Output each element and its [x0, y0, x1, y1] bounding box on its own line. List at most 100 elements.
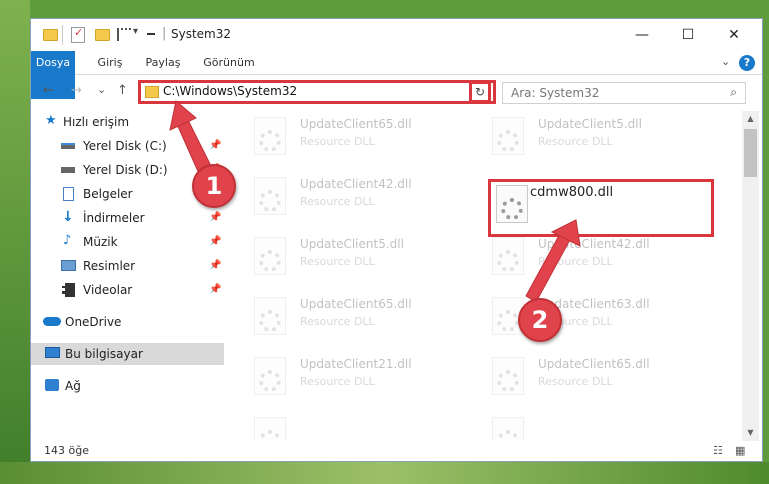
sidebar-item-label: Hızlı erişim — [63, 115, 130, 129]
file-name: UpdateClient5.dll — [300, 237, 404, 251]
gear-icon — [497, 430, 519, 441]
file-type: Resource DLL — [538, 255, 613, 268]
new-folder-icon[interactable] — [95, 29, 110, 41]
address-bar[interactable]: C:\Windows\System32 ⌄ — [138, 80, 496, 104]
file-type: Resource DLL — [300, 135, 375, 148]
desktop-background-bottom — [0, 462, 769, 484]
file-type: Resource DLL — [300, 255, 375, 268]
sidebar-item-local-disk-c[interactable]: Yerel Disk (C:) 📌 — [31, 135, 224, 157]
pin-icon: 📌 — [209, 284, 222, 295]
pictures-icon — [61, 260, 76, 271]
file-name: UpdateClient21.dll — [300, 357, 412, 371]
sidebar-item-label: Belgeler — [83, 187, 133, 201]
gear-icon — [497, 130, 519, 152]
drive-icon — [61, 167, 75, 173]
navigation-bar: ← → ⌄ ↑ C:\Windows\System32 ⌄ ↻ Ara: Sys… — [31, 77, 762, 107]
search-box[interactable]: Ara: System32 ⌕ — [502, 82, 746, 104]
file-item[interactable]: UpdateClient65.dll Resource DLL — [228, 111, 458, 159]
tab-share[interactable]: Paylaş — [141, 51, 185, 75]
dll-file-icon — [254, 177, 286, 215]
sidebar-item-videos[interactable]: Videolar 📌 — [31, 279, 224, 301]
documents-icon — [63, 187, 74, 201]
sidebar-item-music[interactable]: ♪ Müzik 📌 — [31, 231, 224, 253]
search-input[interactable]: Ara: System32 — [511, 86, 599, 100]
sidebar-item-downloads[interactable]: ↓ İndirmeler 📌 — [31, 207, 224, 229]
up-button[interactable]: ↑ — [117, 83, 128, 98]
dll-file-icon — [492, 357, 524, 395]
scroll-thumb[interactable] — [744, 129, 757, 177]
search-icon[interactable]: ⌕ — [730, 85, 737, 100]
dll-file-icon — [254, 117, 286, 155]
rename-icon[interactable] — [117, 28, 131, 41]
file-item[interactable] — [228, 411, 458, 441]
ribbon-tabs: Dosya Giriş Paylaş Görünüm ⌄ ? — [31, 51, 762, 99]
help-icon[interactable]: ? — [739, 55, 755, 71]
highlight-box — [488, 179, 714, 237]
address-path[interactable]: C:\Windows\System32 — [163, 84, 297, 98]
sidebar-item-pictures[interactable]: Resimler 📌 — [31, 255, 224, 277]
status-bar: 143 öğe ☷ ▦ — [31, 441, 762, 461]
file-item[interactable]: UpdateClient65.dll Resource DLL — [228, 291, 458, 339]
folder-icon — [43, 29, 58, 41]
dll-file-icon — [492, 417, 524, 441]
refresh-button[interactable]: ↻ — [469, 81, 491, 103]
file-name: UpdateClient42.dll — [300, 177, 412, 191]
gear-icon — [259, 370, 281, 392]
file-type: Resource DLL — [300, 195, 375, 208]
file-type: Resource DLL — [538, 375, 613, 388]
explorer-window: ✓ ▾ | System32 — ☐ ✕ Dosya Giriş Paylaş … — [30, 18, 763, 462]
sidebar-item-label: Yerel Disk (D:) — [83, 163, 168, 177]
sidebar-item-label: Müzik — [83, 235, 118, 249]
forward-button[interactable]: → — [71, 83, 82, 98]
dll-file-icon — [254, 357, 286, 395]
dll-file-icon — [254, 417, 286, 441]
gear-icon — [259, 310, 281, 332]
tab-home[interactable]: Giriş — [93, 51, 127, 75]
large-icons-view-button[interactable]: ▦ — [735, 444, 745, 457]
videos-icon — [62, 283, 75, 297]
minimize-button[interactable]: — — [619, 19, 665, 51]
title-bar: ✓ ▾ | System32 — ☐ ✕ — [31, 19, 762, 51]
toolbar-bar-icon — [147, 33, 155, 35]
music-icon: ♪ — [63, 233, 72, 248]
network-icon — [45, 379, 59, 391]
vertical-scrollbar[interactable]: ▲ ▼ — [742, 111, 759, 441]
star-icon: ★ — [45, 113, 57, 128]
close-button[interactable]: ✕ — [711, 19, 757, 51]
gear-icon — [497, 370, 519, 392]
gear-icon — [259, 250, 281, 272]
file-item[interactable]: UpdateClient5.dll Resource DLL — [466, 111, 696, 159]
navigation-pane: ★ Hızlı erişim Yerel Disk (C:) 📌 Yerel D… — [31, 111, 224, 441]
step-marker-1: 1 — [192, 164, 236, 208]
cloud-icon — [43, 317, 61, 326]
tab-view[interactable]: Görünüm — [199, 51, 259, 75]
file-item[interactable]: UpdateClient65.dll Resource DLL — [466, 351, 696, 399]
maximize-button[interactable]: ☐ — [665, 19, 711, 51]
sidebar-item-quick-access[interactable]: ★ Hızlı erişim — [31, 111, 224, 133]
sidebar-item-label: Videolar — [83, 283, 133, 297]
pin-icon: 📌 — [209, 260, 222, 271]
scroll-down-button[interactable]: ▼ — [742, 425, 759, 441]
pin-icon: 📌 — [209, 140, 222, 151]
ribbon-collapse-button[interactable]: ⌄ — [721, 55, 730, 68]
download-icon: ↓ — [62, 209, 74, 225]
sidebar-item-onedrive[interactable]: OneDrive — [31, 311, 224, 333]
back-button[interactable]: ← — [43, 83, 54, 98]
pin-icon: 📌 — [209, 236, 222, 247]
file-item[interactable] — [466, 411, 696, 441]
sidebar-item-network[interactable]: Ağ — [31, 375, 224, 397]
recent-locations-button[interactable]: ⌄ — [97, 83, 106, 96]
details-view-button[interactable]: ☷ — [713, 444, 723, 457]
customize-toolbar-dropdown[interactable]: ▾ — [133, 26, 138, 42]
sidebar-item-this-pc[interactable]: Bu bilgisayar — [31, 343, 224, 365]
scroll-up-button[interactable]: ▲ — [742, 111, 759, 127]
file-item[interactable]: UpdateClient63.dll Resource DLL — [466, 291, 696, 339]
file-name: UpdateClient65.dll — [300, 297, 412, 311]
file-item[interactable]: UpdateClient21.dll Resource DLL — [228, 351, 458, 399]
properties-icon[interactable]: ✓ — [71, 26, 85, 43]
item-count: 143 öğe — [44, 444, 89, 457]
file-type: Resource DLL — [300, 315, 375, 328]
file-item[interactable]: UpdateClient5.dll Resource DLL — [228, 231, 458, 279]
file-item[interactable]: UpdateClient42.dll Resource DLL — [228, 171, 458, 219]
file-item[interactable]: UpdateClient42.dll Resource DLL — [466, 231, 696, 279]
